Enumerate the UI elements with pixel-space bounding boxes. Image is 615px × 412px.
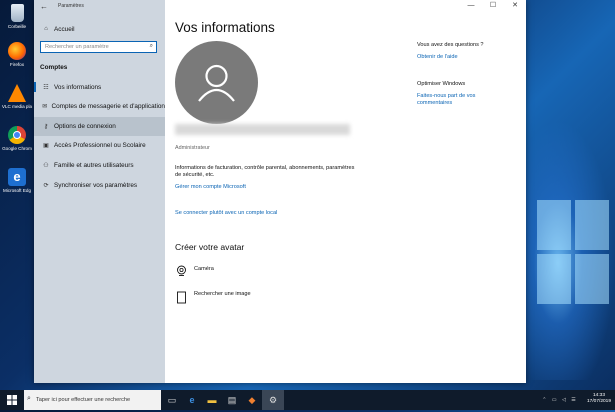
desktop-icon-label: VLC media pla	[1, 104, 33, 109]
page-title: Vos informations	[175, 20, 275, 35]
sidebar-item-email-accounts[interactable]: ✉ Comptes de messagerie et d'application	[34, 98, 165, 114]
manage-account-link[interactable]: Gérer mon compte Microsoft	[175, 184, 246, 190]
briefcase-icon: ▣	[43, 142, 49, 149]
windows-start-icon	[7, 395, 17, 405]
avatar	[175, 41, 258, 124]
person-card-icon: ☷	[43, 84, 49, 91]
desktop-icon-label: Google Chrom	[2, 146, 32, 151]
sidebar-item-sync[interactable]: ⟳ Synchroniser vos paramètres	[34, 177, 165, 193]
desktop-icon-firefox[interactable]: Firefox	[0, 42, 34, 67]
desktop-icon-chrome[interactable]: Google Chrom	[0, 126, 34, 151]
app-taskbar-icon[interactable]: ◆	[246, 394, 258, 406]
local-account-link[interactable]: Se connecter plutôt avec un compte local	[175, 210, 277, 216]
settings-sidebar: ← Paramètres ⌂ Accueil Rechercher un par…	[34, 0, 165, 383]
recycle-bin-icon	[10, 4, 24, 22]
key-icon: ⚷	[43, 124, 49, 130]
windows-wallpaper-logo	[529, 200, 609, 310]
improve-windows-heading: Optimiser Windows	[417, 81, 466, 87]
file-explorer-icon[interactable]: ▬	[206, 394, 218, 406]
sync-icon: ⟳	[43, 182, 49, 189]
desktop-icon-label: Firefox	[9, 62, 25, 67]
desktop-icon-vlc[interactable]: VLC media pla	[0, 84, 34, 109]
desktop-icon-edge[interactable]: e Microsoft Edg	[0, 168, 34, 193]
taskbar-search-box[interactable]: ⌕ Taper ici pour effectuer une recherche	[24, 390, 161, 410]
settings-search-input[interactable]: Rechercher un paramètre ⌕	[40, 41, 157, 53]
store-icon[interactable]: ▤	[226, 394, 238, 406]
sidebar-item-your-info[interactable]: ☷ Vos informations	[34, 79, 165, 95]
edge-taskbar-icon[interactable]: e	[186, 394, 198, 406]
desktop-icon-recycle-bin[interactable]: Corbeille	[0, 4, 34, 29]
selection-indicator	[34, 82, 36, 92]
search-icon: ⌕	[27, 395, 31, 402]
sidebar-item-home[interactable]: ⌂ Accueil	[34, 21, 165, 37]
sidebar-item-label: Accueil	[54, 25, 75, 33]
account-role: Administrateur	[175, 145, 210, 151]
edge-icon: e	[8, 168, 26, 186]
feedback-link[interactable]: Faites-nous part de vos commentaires	[417, 93, 497, 107]
firefox-icon	[8, 42, 26, 60]
sidebar-item-label: Famille et autres utilisateurs	[54, 161, 134, 169]
clock-date: 17/07/2019	[586, 399, 611, 404]
vlc-icon	[8, 84, 26, 102]
desktop-icon-label: Corbeille	[7, 24, 27, 29]
home-icon: ⌂	[44, 26, 48, 32]
taskbar-search-placeholder: Taper ici pour effectuer une recherche	[36, 397, 131, 403]
redacted-account-name	[175, 124, 350, 135]
desktop-icon-label: Microsoft Edg	[2, 188, 32, 193]
sidebar-item-label: Options de connexion	[54, 123, 116, 130]
image-file-icon[interactable]	[176, 291, 187, 304]
sidebar-item-label: Accès Professionnel ou Scolaire	[54, 141, 146, 149]
sidebar-item-label: Synchroniser vos paramètres	[54, 181, 138, 189]
window-controls: — ☐ ✕	[460, 0, 526, 12]
sidebar-item-label: Comptes de messagerie et d'application	[51, 102, 165, 110]
sidebar-item-family[interactable]: ⚇ Famille et autres utilisateurs	[34, 157, 165, 173]
user-silhouette-icon	[198, 64, 235, 102]
people-icon: ⚇	[43, 162, 49, 169]
taskbar: ⌕ Taper ici pour effectuer une recherche…	[0, 390, 615, 410]
get-help-link[interactable]: Obtenir de l'aide	[417, 54, 458, 60]
gear-icon: ⚙	[268, 395, 278, 405]
system-clock[interactable]: 14:33 17/07/2019	[587, 393, 611, 405]
sidebar-item-sign-in-options[interactable]: ⚷ Options de connexion	[34, 117, 165, 136]
sidebar-titlebar: ← Paramètres	[34, 0, 165, 13]
sidebar-item-label: Vos informations	[54, 83, 102, 91]
account-info-text: Informations de facturation, contrôle pa…	[175, 165, 355, 178]
chrome-icon	[8, 126, 26, 144]
back-arrow-icon[interactable]: ←	[40, 2, 48, 11]
browse-image-label[interactable]: Rechercher une image	[194, 291, 251, 297]
task-view-icon[interactable]: ▭	[166, 394, 178, 406]
mail-icon: ✉	[42, 103, 48, 110]
close-button[interactable]: ✕	[504, 0, 526, 12]
search-placeholder: Rechercher un paramètre	[45, 44, 109, 50]
system-tray-icons[interactable]: ⌃ ▭ ◁ ☰	[540, 394, 580, 406]
maximize-button[interactable]: ☐	[482, 0, 504, 12]
settings-window: ← Paramètres ⌂ Accueil Rechercher un par…	[34, 0, 526, 383]
questions-heading: Vous avez des questions ?	[417, 42, 484, 48]
search-icon: ⌕	[149, 43, 153, 49]
sidebar-section-title: Comptes	[40, 64, 68, 71]
sidebar-item-work-school[interactable]: ▣ Accès Professionnel ou Scolaire	[34, 137, 165, 153]
app-title: Paramètres	[58, 3, 84, 9]
minimize-button[interactable]: —	[460, 0, 482, 12]
start-button[interactable]	[0, 390, 24, 410]
camera-option-label[interactable]: Caméra	[194, 266, 214, 272]
settings-content: — ☐ ✕ Vos informations Administrateur In…	[165, 0, 526, 383]
avatar-section-heading: Créer votre avatar	[175, 242, 245, 252]
camera-icon[interactable]	[176, 265, 187, 276]
